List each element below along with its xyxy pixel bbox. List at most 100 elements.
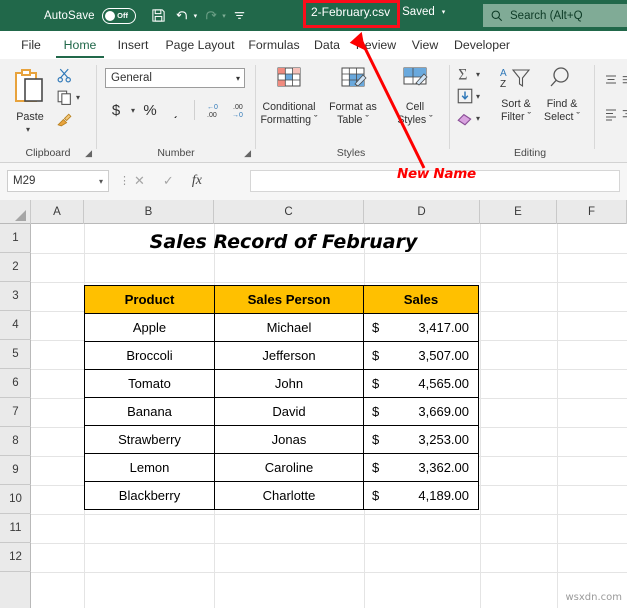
- row-header-4[interactable]: 4: [0, 311, 31, 340]
- name-box[interactable]: M29 ▾: [7, 170, 109, 192]
- redo-icon[interactable]: [200, 5, 221, 26]
- column-header-b[interactable]: B: [84, 200, 214, 224]
- name-box-chevron-down-icon[interactable]: ▾: [99, 177, 103, 186]
- cell-sales-person[interactable]: Charlotte: [214, 481, 364, 510]
- clipboard-dialog-launcher-icon[interactable]: ◢: [85, 148, 92, 159]
- save-status-chevron-down-icon[interactable]: ▾: [442, 8, 446, 16]
- cell-sales-person[interactable]: Jonas: [214, 425, 364, 454]
- format-as-table-button[interactable]: Format asTable ˇ: [322, 65, 384, 127]
- autosave-toggle[interactable]: Off: [102, 8, 136, 24]
- number-format-chevron-down-icon[interactable]: ▾: [236, 74, 240, 83]
- redo-chevron-down-icon[interactable]: ▾: [222, 12, 226, 20]
- cell-product[interactable]: Banana: [84, 397, 215, 426]
- scissors-icon[interactable]: [56, 67, 73, 89]
- autosum-chevron-down-icon[interactable]: ▾: [476, 70, 480, 79]
- cell-sales[interactable]: $3,253.00: [363, 425, 479, 454]
- number-format-select[interactable]: General ▾: [105, 68, 245, 88]
- tab-developer[interactable]: Developer: [450, 31, 514, 59]
- cell-sales[interactable]: $3,669.00: [363, 397, 479, 426]
- column-header-c[interactable]: C: [214, 200, 364, 224]
- customize-qat-icon[interactable]: [229, 5, 250, 26]
- confirm-icon[interactable]: ✓: [163, 173, 174, 189]
- tab-view[interactable]: View: [408, 31, 442, 59]
- table-header-sales-person[interactable]: Sales Person: [214, 285, 364, 314]
- row-header-3[interactable]: 3: [0, 282, 31, 311]
- align-top-right-icon[interactable]: [621, 73, 627, 94]
- currency-format-button[interactable]: $: [105, 97, 127, 123]
- tab-data[interactable]: Data: [310, 31, 344, 59]
- select-all-button[interactable]: [0, 200, 31, 224]
- row-header-2[interactable]: 2: [0, 253, 31, 282]
- row-header-9[interactable]: 9: [0, 456, 31, 485]
- cell-styles-icon: [399, 65, 431, 93]
- cell-sales[interactable]: $3,362.00: [363, 453, 479, 482]
- copy-chevron-down-icon[interactable]: ▾: [76, 93, 80, 102]
- find-select-button[interactable]: Find &Select ˇ: [534, 65, 590, 124]
- format-painter-icon[interactable]: [56, 111, 73, 133]
- cell-product[interactable]: Tomato: [84, 369, 215, 398]
- increase-decimal-icon[interactable]: ←0.00: [202, 97, 224, 123]
- cell-sales-person[interactable]: Michael: [214, 313, 364, 342]
- tab-file[interactable]: File: [14, 31, 48, 59]
- tab-page-layout[interactable]: Page Layout: [162, 31, 238, 59]
- document-filename[interactable]: 2-February.csv: [306, 1, 396, 23]
- align-top-icon[interactable]: [602, 73, 620, 94]
- paste-icon[interactable]: [12, 67, 48, 112]
- cell-sales-person[interactable]: Caroline: [214, 453, 364, 482]
- row-header-6[interactable]: 6: [0, 369, 31, 398]
- fill-down-icon[interactable]: [456, 87, 474, 110]
- comma-format-button[interactable]: ͵: [165, 97, 187, 123]
- cell-sales-person[interactable]: David: [214, 397, 364, 426]
- table-header-product[interactable]: Product: [84, 285, 215, 314]
- column-header-f[interactable]: F: [557, 200, 627, 224]
- eraser-icon[interactable]: [456, 109, 474, 132]
- cell-product[interactable]: Blackberry: [84, 481, 215, 510]
- decrease-decimal-icon[interactable]: .00→0: [228, 97, 250, 123]
- clear-chevron-down-icon[interactable]: ▾: [476, 114, 480, 123]
- number-dialog-launcher-icon[interactable]: ◢: [244, 148, 251, 159]
- column-header-e[interactable]: E: [480, 200, 557, 224]
- cell-product[interactable]: Strawberry: [84, 425, 215, 454]
- copy-icon[interactable]: [56, 89, 73, 111]
- column-header-d[interactable]: D: [364, 200, 480, 224]
- fill-chevron-down-icon[interactable]: ▾: [476, 92, 480, 101]
- cell-product[interactable]: Apple: [84, 313, 215, 342]
- align-left-icon[interactable]: [602, 107, 620, 128]
- cell-sales-person[interactable]: Jefferson: [214, 341, 364, 370]
- undo-icon[interactable]: [172, 5, 193, 26]
- row-header-10[interactable]: 10: [0, 485, 31, 514]
- column-header-a[interactable]: A: [31, 200, 84, 224]
- save-icon[interactable]: [148, 5, 169, 26]
- row-header-1[interactable]: 1: [0, 224, 31, 253]
- table-header-sales[interactable]: Sales: [363, 285, 479, 314]
- percent-format-button[interactable]: %: [139, 97, 161, 123]
- undo-chevron-down-icon[interactable]: ▾: [194, 12, 198, 20]
- cell-styles-button[interactable]: CellStyles ˇ: [384, 65, 446, 127]
- tab-review[interactable]: Review: [352, 31, 400, 59]
- cell-sales[interactable]: $4,189.00: [363, 481, 479, 510]
- cell-sales-person[interactable]: John: [214, 369, 364, 398]
- cell-product[interactable]: Broccoli: [84, 341, 215, 370]
- row-header-5[interactable]: 5: [0, 340, 31, 369]
- sheet-title[interactable]: Sales Record of February: [86, 227, 481, 256]
- cell-sales[interactable]: $3,507.00: [363, 341, 479, 370]
- row-header-8[interactable]: 8: [0, 427, 31, 456]
- align-right-icon[interactable]: [621, 107, 627, 128]
- cell-product[interactable]: Lemon: [84, 453, 215, 482]
- cell-sales[interactable]: $3,417.00: [363, 313, 479, 342]
- tab-insert[interactable]: Insert: [112, 31, 154, 59]
- row-header-11[interactable]: 11: [0, 514, 31, 543]
- row-header-12[interactable]: 12: [0, 543, 31, 572]
- cell-sales[interactable]: $4,565.00: [363, 369, 479, 398]
- cancel-icon[interactable]: ✕: [134, 173, 145, 189]
- fx-icon[interactable]: fx: [192, 173, 202, 189]
- currency-chevron-down-icon[interactable]: ▾: [131, 106, 135, 115]
- conditional-formatting-button[interactable]: ConditionalFormatting ˇ: [258, 65, 320, 127]
- tab-home[interactable]: Home: [56, 31, 104, 59]
- search-input[interactable]: Search (Alt+Q: [483, 4, 627, 27]
- tab-formulas[interactable]: Formulas: [246, 31, 302, 59]
- row-header-7[interactable]: 7: [0, 398, 31, 427]
- paste-chevron-down-icon[interactable]: ▾: [26, 125, 30, 134]
- paste-button-label[interactable]: Paste: [6, 111, 54, 123]
- autosum-icon[interactable]: Σ: [456, 65, 474, 88]
